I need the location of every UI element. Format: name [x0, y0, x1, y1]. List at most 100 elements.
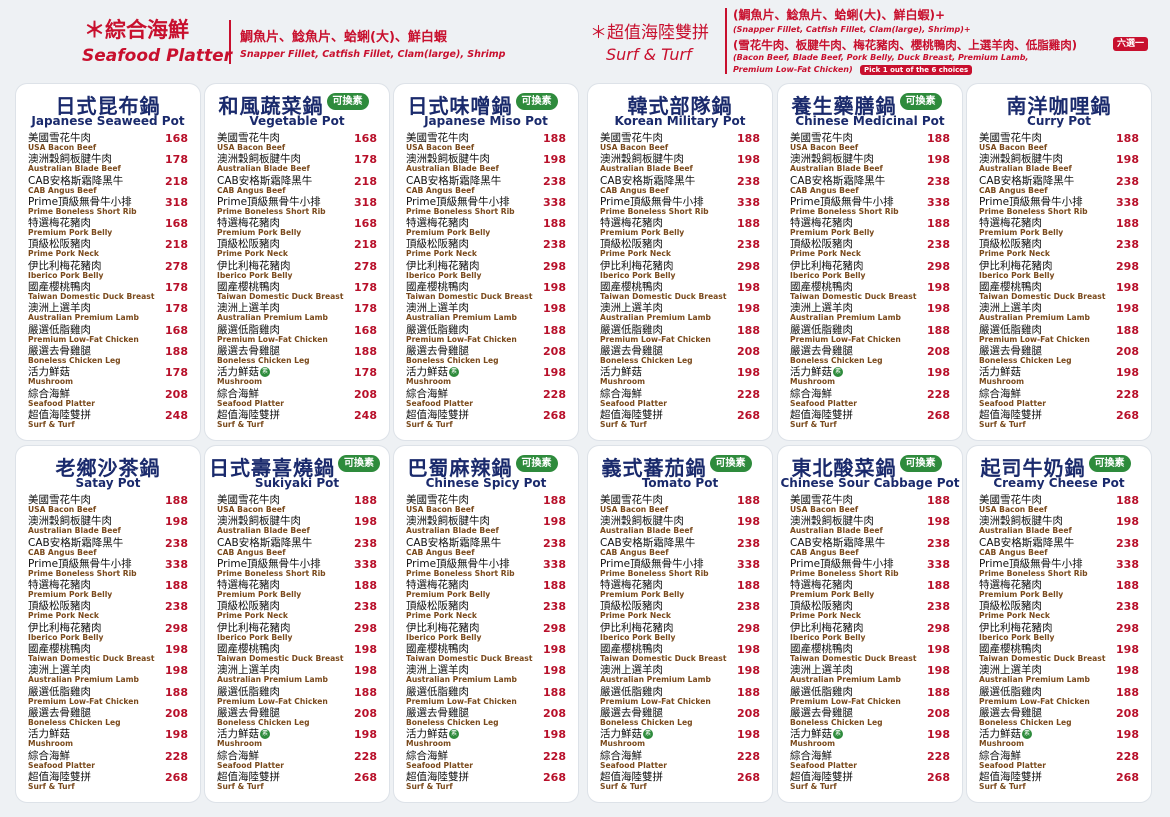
menu-item[interactable]: 嚴選低脂雞肉 Premium Low-Fat Chicken 188 — [600, 686, 766, 707]
menu-item[interactable]: CAB安格斯霜降黑牛 CAB Angus Beef 238 — [600, 537, 766, 558]
menu-item[interactable]: 頂級松阪豬肉 Prime Pork Neck 238 — [790, 600, 956, 621]
menu-item[interactable]: 國產櫻桃鴨肉 Taiwan Domestic Duck Breast 198 — [979, 643, 1145, 664]
menu-item[interactable]: 美國雪花牛肉 USA Bacon Beef 188 — [217, 494, 383, 515]
menu-item[interactable]: 澳洲上選羊肉 Australian Premium Lamb 198 — [979, 664, 1145, 685]
menu-item[interactable]: 澳洲穀飼板腱牛肉 Australian Blade Beef 198 — [406, 153, 572, 174]
pot-card[interactable]: 老鄉沙茶鍋 Satay Pot 美國雪花牛肉 USA Bacon Beef 188 澳洲穀… — [16, 446, 200, 802]
menu-item[interactable]: Prime頂級無骨牛小排 Prime Boneless Short Rib 338 — [790, 558, 956, 579]
menu-item[interactable]: 嚴選去骨雞腿 Boneless Chicken Leg 208 — [217, 707, 383, 728]
menu-item[interactable]: CAB安格斯霜降黑牛 CAB Angus Beef 238 — [217, 537, 383, 558]
menu-item[interactable]: 嚴選低脂雞肉 Premium Low-Fat Chicken 188 — [28, 686, 194, 707]
menu-item[interactable]: 國產櫻桃鴨肉 Taiwan Domestic Duck Breast 198 — [406, 281, 572, 302]
menu-item[interactable]: 伊比利梅花豬肉 Iberico Pork Belly 298 — [979, 622, 1145, 643]
menu-item[interactable]: 綜合海鮮 Seafood Platter 228 — [217, 750, 383, 771]
menu-item[interactable]: 超值海陸雙拼 Surf & Turf 268 — [600, 409, 766, 430]
menu-item[interactable]: 嚴選去骨雞腿 Boneless Chicken Leg 208 — [790, 345, 956, 366]
menu-item[interactable]: 特選梅花豬肉 Premium Pork Belly 188 — [790, 579, 956, 600]
menu-item[interactable]: 嚴選低脂雞肉 Premium Low-Fat Chicken 168 — [217, 324, 383, 345]
menu-item[interactable]: 超值海陸雙拼 Surf & Turf 268 — [28, 771, 194, 792]
menu-item[interactable]: 美國雪花牛肉 USA Bacon Beef 188 — [406, 494, 572, 515]
pot-card[interactable]: 和風蔬菜鍋 可換素 Vegetable Pot 美國雪花牛肉 USA Bacon Bee… — [205, 84, 389, 440]
menu-item[interactable]: 嚴選去骨雞腿 Boneless Chicken Leg 208 — [600, 345, 766, 366]
menu-item[interactable]: 美國雪花牛肉 USA Bacon Beef 188 — [979, 494, 1145, 515]
menu-item[interactable]: 澳洲上選羊肉 Australian Premium Lamb 198 — [600, 664, 766, 685]
pot-card[interactable]: 東北酸菜鍋 可換素 Chinese Sour Cabbage Pot 美國雪花牛肉 US… — [778, 446, 962, 802]
menu-item[interactable]: 頂級松阪豬肉 Prime Pork Neck 238 — [28, 600, 194, 621]
menu-item[interactable]: 美國雪花牛肉 USA Bacon Beef 188 — [790, 494, 956, 515]
menu-item[interactable]: 頂級松阪豬肉 Prime Pork Neck 238 — [790, 238, 956, 259]
menu-item[interactable]: 活力鮮菇素 Mushroom 178 — [217, 366, 383, 387]
menu-item[interactable]: 嚴選低脂雞肉 Premium Low-Fat Chicken 188 — [790, 324, 956, 345]
menu-item[interactable]: 國產櫻桃鴨肉 Taiwan Domestic Duck Breast 178 — [217, 281, 383, 302]
menu-item[interactable]: Prime頂級無骨牛小排 Prime Boneless Short Rib 318 — [28, 196, 194, 217]
menu-item[interactable]: 美國雪花牛肉 USA Bacon Beef 188 — [28, 494, 194, 515]
pot-card[interactable]: 日式壽喜燒鍋 可換素 Sukiyaki Pot 美國雪花牛肉 USA Bacon Bee… — [205, 446, 389, 802]
menu-item[interactable]: 綜合海鮮 Seafood Platter 228 — [979, 750, 1145, 771]
menu-item[interactable]: 特選梅花豬肉 Premium Pork Belly 188 — [979, 579, 1145, 600]
menu-item[interactable]: 國產櫻桃鴨肉 Taiwan Domestic Duck Breast 198 — [600, 281, 766, 302]
menu-item[interactable]: CAB安格斯霜降黑牛 CAB Angus Beef 238 — [600, 175, 766, 196]
menu-item[interactable]: 國產櫻桃鴨肉 Taiwan Domestic Duck Breast 198 — [790, 281, 956, 302]
menu-item[interactable]: CAB安格斯霜降黑牛 CAB Angus Beef 238 — [28, 537, 194, 558]
menu-item[interactable]: 嚴選去骨雞腿 Boneless Chicken Leg 208 — [979, 345, 1145, 366]
menu-item[interactable]: 超值海陸雙拼 Surf & Turf 268 — [979, 771, 1145, 792]
menu-item[interactable]: 超值海陸雙拼 Surf & Turf 268 — [790, 771, 956, 792]
menu-item[interactable]: CAB安格斯霜降黑牛 CAB Angus Beef 218 — [28, 175, 194, 196]
menu-item[interactable]: 超值海陸雙拼 Surf & Turf 268 — [790, 409, 956, 430]
menu-item[interactable]: 活力鮮菇素 Mushroom 198 — [406, 366, 572, 387]
menu-item[interactable]: 頂級松阪豬肉 Prime Pork Neck 238 — [979, 600, 1145, 621]
pot-card[interactable]: 養生藥膳鍋 可換素 Chinese Medicinal Pot 美國雪花牛肉 USA B… — [778, 84, 962, 440]
menu-item[interactable]: 美國雪花牛肉 USA Bacon Beef 168 — [28, 132, 194, 153]
menu-item[interactable]: 超值海陸雙拼 Surf & Turf 268 — [217, 771, 383, 792]
menu-item[interactable]: 嚴選去骨雞腿 Boneless Chicken Leg 208 — [790, 707, 956, 728]
menu-item[interactable]: 嚴選低脂雞肉 Premium Low-Fat Chicken 188 — [979, 686, 1145, 707]
pot-card[interactable]: 義式蕃茄鍋 可換素 Tomato Pot 美國雪花牛肉 USA Bacon Beef 18… — [588, 446, 772, 802]
menu-item[interactable]: Prime頂級無骨牛小排 Prime Boneless Short Rib 338 — [600, 196, 766, 217]
menu-item[interactable]: 美國雪花牛肉 USA Bacon Beef 188 — [600, 132, 766, 153]
menu-item[interactable]: 伊比利梅花豬肉 Iberico Pork Belly 298 — [406, 622, 572, 643]
menu-item[interactable]: 伊比利梅花豬肉 Iberico Pork Belly 298 — [406, 260, 572, 281]
menu-item[interactable]: 澳洲上選羊肉 Australian Premium Lamb 198 — [406, 664, 572, 685]
menu-item[interactable]: 澳洲穀飼板腱牛肉 Australian Blade Beef 198 — [600, 153, 766, 174]
menu-item[interactable]: 澳洲上選羊肉 Australian Premium Lamb 198 — [979, 302, 1145, 323]
menu-item[interactable]: 活力鮮菇素 Mushroom 198 — [790, 366, 956, 387]
menu-item[interactable]: 超值海陸雙拼 Surf & Turf 248 — [28, 409, 194, 430]
menu-item[interactable]: 活力鮮菇 Mushroom 198 — [600, 366, 766, 387]
pot-card[interactable]: 韓式部隊鍋 Korean Military Pot 美國雪花牛肉 USA Bacon … — [588, 84, 772, 440]
menu-item[interactable]: 嚴選去骨雞腿 Boneless Chicken Leg 188 — [28, 345, 194, 366]
menu-item[interactable]: 頂級松阪豬肉 Prime Pork Neck 238 — [406, 238, 572, 259]
menu-item[interactable]: 綜合海鮮 Seafood Platter 228 — [790, 750, 956, 771]
menu-item[interactable]: 活力鮮菇 Mushroom 198 — [28, 728, 194, 749]
menu-item[interactable]: 澳洲穀飼板腱牛肉 Australian Blade Beef 198 — [979, 515, 1145, 536]
menu-item[interactable]: Prime頂級無骨牛小排 Prime Boneless Short Rib 338 — [406, 558, 572, 579]
menu-item[interactable]: 特選梅花豬肉 Premium Pork Belly 188 — [600, 579, 766, 600]
menu-item[interactable]: 美國雪花牛肉 USA Bacon Beef 168 — [217, 132, 383, 153]
menu-item[interactable]: 活力鮮菇素 Mushroom 198 — [406, 728, 572, 749]
menu-item[interactable]: 綜合海鮮 Seafood Platter 228 — [28, 750, 194, 771]
menu-item[interactable]: 嚴選去骨雞腿 Boneless Chicken Leg 208 — [979, 707, 1145, 728]
menu-item[interactable]: 特選梅花豬肉 Premium Pork Belly 188 — [979, 217, 1145, 238]
menu-item[interactable]: 特選梅花豬肉 Premium Pork Belly 188 — [28, 579, 194, 600]
menu-item[interactable]: 嚴選低脂雞肉 Premium Low-Fat Chicken 188 — [979, 324, 1145, 345]
menu-item[interactable]: 綜合海鮮 Seafood Platter 228 — [979, 388, 1145, 409]
menu-item[interactable]: 國產櫻桃鴨肉 Taiwan Domestic Duck Breast 198 — [790, 643, 956, 664]
menu-item[interactable]: 澳洲上選羊肉 Australian Premium Lamb 198 — [790, 302, 956, 323]
menu-item[interactable]: 澳洲穀飼板腱牛肉 Australian Blade Beef 198 — [600, 515, 766, 536]
menu-item[interactable]: CAB安格斯霜降黑牛 CAB Angus Beef 218 — [217, 175, 383, 196]
menu-item[interactable]: 澳洲上選羊肉 Australian Premium Lamb 198 — [28, 664, 194, 685]
menu-item[interactable]: 嚴選低脂雞肉 Premium Low-Fat Chicken 188 — [217, 686, 383, 707]
menu-item[interactable]: 綜合海鮮 Seafood Platter 228 — [600, 750, 766, 771]
menu-item[interactable]: 國產櫻桃鴨肉 Taiwan Domestic Duck Breast 178 — [28, 281, 194, 302]
menu-item[interactable]: 綜合海鮮 Seafood Platter 228 — [790, 388, 956, 409]
menu-item[interactable]: CAB安格斯霜降黑牛 CAB Angus Beef 238 — [979, 175, 1145, 196]
menu-item[interactable]: 嚴選低脂雞肉 Premium Low-Fat Chicken 188 — [406, 324, 572, 345]
menu-item[interactable]: 伊比利梅花豬肉 Iberico Pork Belly 298 — [790, 260, 956, 281]
menu-item[interactable]: 美國雪花牛肉 USA Bacon Beef 188 — [790, 132, 956, 153]
menu-item[interactable]: 綜合海鮮 Seafood Platter 208 — [217, 388, 383, 409]
menu-item[interactable]: 特選梅花豬肉 Premium Pork Belly 188 — [217, 579, 383, 600]
menu-item[interactable]: 綜合海鮮 Seafood Platter 228 — [406, 388, 572, 409]
menu-item[interactable]: 伊比利梅花豬肉 Iberico Pork Belly 278 — [217, 260, 383, 281]
menu-item[interactable]: 嚴選去骨雞腿 Boneless Chicken Leg 188 — [217, 345, 383, 366]
menu-item[interactable]: 綜合海鮮 Seafood Platter 228 — [406, 750, 572, 771]
pot-card[interactable]: 日式味噌鍋 可換素 Japanese Miso Pot 美國雪花牛肉 USA Bacon… — [394, 84, 578, 440]
